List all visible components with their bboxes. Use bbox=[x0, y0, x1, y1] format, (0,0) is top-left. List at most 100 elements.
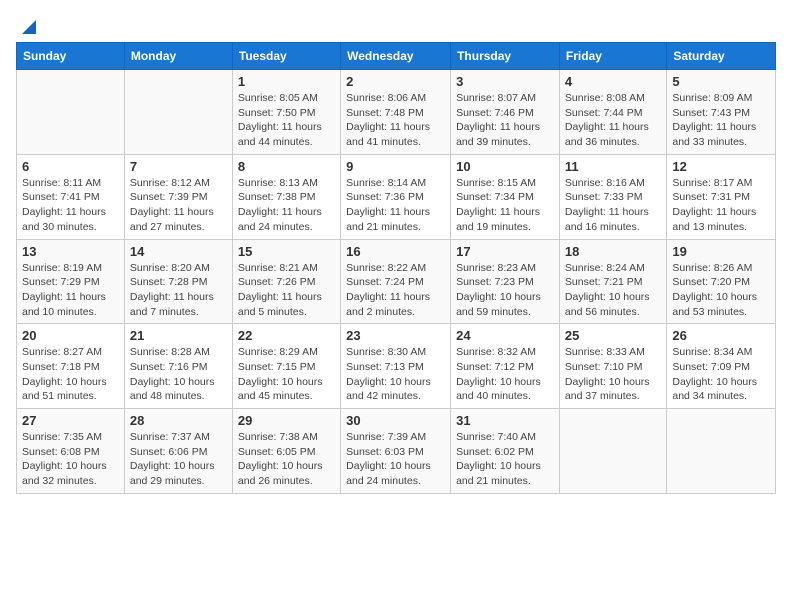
day-info: Sunrise: 8:26 AM Sunset: 7:20 PM Dayligh… bbox=[672, 261, 770, 320]
calendar-cell: 17 Sunrise: 8:23 AM Sunset: 7:23 PM Dayli… bbox=[451, 239, 560, 324]
calendar-cell: 7 Sunrise: 8:12 AM Sunset: 7:39 PM Daylig… bbox=[124, 154, 232, 239]
calendar-cell: 29Sunrise: 7:38 AM Sunset: 6:05 PM Dayli… bbox=[232, 409, 340, 494]
calendar-cell: 19 Sunrise: 8:26 AM Sunset: 7:20 PM Dayli… bbox=[667, 239, 776, 324]
day-info: Sunrise: 8:22 AM Sunset: 7:24 PM Dayligh… bbox=[346, 261, 445, 320]
weekday-header-monday: Monday bbox=[124, 43, 232, 70]
day-info: Sunrise: 8:24 AM Sunset: 7:21 PM Dayligh… bbox=[565, 261, 661, 320]
calendar-cell: 3Sunrise: 8:07 AM Sunset: 7:46 PM Daylig… bbox=[451, 70, 560, 155]
calendar-cell: 5 Sunrise: 8:09 AM Sunset: 7:43 PM Daylig… bbox=[667, 70, 776, 155]
calendar-cell: 28 Sunrise: 7:37 AM Sunset: 6:06 PM Dayli… bbox=[124, 409, 232, 494]
day-info: Sunrise: 8:15 AM Sunset: 7:34 PM Dayligh… bbox=[456, 176, 554, 235]
day-info: Sunrise: 8:19 AM Sunset: 7:29 PM Dayligh… bbox=[22, 261, 119, 320]
calendar-cell: 25 Sunrise: 8:33 AM Sunset: 7:10 PM Dayli… bbox=[559, 324, 666, 409]
day-number: 20 bbox=[22, 328, 119, 343]
calendar-cell: 16 Sunrise: 8:22 AM Sunset: 7:24 PM Dayli… bbox=[341, 239, 451, 324]
day-info: Sunrise: 8:33 AM Sunset: 7:10 PM Dayligh… bbox=[565, 345, 661, 404]
day-number: 10 bbox=[456, 159, 554, 174]
day-number: 17 bbox=[456, 244, 554, 259]
day-info: Sunrise: 8:09 AM Sunset: 7:43 PM Dayligh… bbox=[672, 91, 770, 150]
day-number: 4 bbox=[565, 74, 661, 89]
logo bbox=[16, 16, 36, 30]
calendar-cell: 4Sunrise: 8:08 AM Sunset: 7:44 PM Daylig… bbox=[559, 70, 666, 155]
day-info: Sunrise: 8:07 AM Sunset: 7:46 PM Dayligh… bbox=[456, 91, 554, 150]
weekday-header-saturday: Saturday bbox=[667, 43, 776, 70]
day-info: Sunrise: 8:32 AM Sunset: 7:12 PM Dayligh… bbox=[456, 345, 554, 404]
day-number: 5 bbox=[672, 74, 770, 89]
day-number: 16 bbox=[346, 244, 445, 259]
day-number: 21 bbox=[130, 328, 227, 343]
day-number: 7 bbox=[130, 159, 227, 174]
day-info: Sunrise: 8:12 AM Sunset: 7:39 PM Dayligh… bbox=[130, 176, 227, 235]
day-number: 2 bbox=[346, 74, 445, 89]
calendar-cell: 26 Sunrise: 8:34 AM Sunset: 7:09 PM Dayli… bbox=[667, 324, 776, 409]
calendar-cell: 1Sunrise: 8:05 AM Sunset: 7:50 PM Daylig… bbox=[232, 70, 340, 155]
day-info: Sunrise: 8:28 AM Sunset: 7:16 PM Dayligh… bbox=[130, 345, 227, 404]
day-number: 11 bbox=[565, 159, 661, 174]
day-number: 24 bbox=[456, 328, 554, 343]
calendar-cell bbox=[667, 409, 776, 494]
calendar-cell: 6Sunrise: 8:11 AM Sunset: 7:41 PM Daylig… bbox=[17, 154, 125, 239]
day-number: 14 bbox=[130, 244, 227, 259]
day-number: 29 bbox=[238, 413, 335, 428]
weekday-header-thursday: Thursday bbox=[451, 43, 560, 70]
day-number: 12 bbox=[672, 159, 770, 174]
calendar-cell: 11 Sunrise: 8:16 AM Sunset: 7:33 PM Dayli… bbox=[559, 154, 666, 239]
day-number: 1 bbox=[238, 74, 335, 89]
day-info: Sunrise: 8:23 AM Sunset: 7:23 PM Dayligh… bbox=[456, 261, 554, 320]
calendar-cell: 21 Sunrise: 8:28 AM Sunset: 7:16 PM Dayli… bbox=[124, 324, 232, 409]
calendar-cell: 27 Sunrise: 7:35 AM Sunset: 6:08 PM Dayli… bbox=[17, 409, 125, 494]
day-number: 9 bbox=[346, 159, 445, 174]
calendar-cell: 30 Sunrise: 7:39 AM Sunset: 6:03 PM Dayli… bbox=[341, 409, 451, 494]
day-info: Sunrise: 8:27 AM Sunset: 7:18 PM Dayligh… bbox=[22, 345, 119, 404]
calendar-table: SundayMondayTuesdayWednesdayThursdayFrid… bbox=[16, 42, 776, 494]
calendar-cell: 14 Sunrise: 8:20 AM Sunset: 7:28 PM Dayli… bbox=[124, 239, 232, 324]
calendar-cell bbox=[124, 70, 232, 155]
calendar-cell: 12 Sunrise: 8:17 AM Sunset: 7:31 PM Dayli… bbox=[667, 154, 776, 239]
day-number: 6 bbox=[22, 159, 119, 174]
logo-triangle-icon bbox=[18, 16, 36, 34]
weekday-header-friday: Friday bbox=[559, 43, 666, 70]
page-header bbox=[16, 16, 776, 30]
weekday-header-wednesday: Wednesday bbox=[341, 43, 451, 70]
day-number: 15 bbox=[238, 244, 335, 259]
day-info: Sunrise: 8:30 AM Sunset: 7:13 PM Dayligh… bbox=[346, 345, 445, 404]
day-info: Sunrise: 8:13 AM Sunset: 7:38 PM Dayligh… bbox=[238, 176, 335, 235]
day-number: 23 bbox=[346, 328, 445, 343]
calendar-cell: 20 Sunrise: 8:27 AM Sunset: 7:18 PM Dayli… bbox=[17, 324, 125, 409]
calendar-cell: 13 Sunrise: 8:19 AM Sunset: 7:29 PM Dayli… bbox=[17, 239, 125, 324]
day-number: 25 bbox=[565, 328, 661, 343]
calendar-cell: 9 Sunrise: 8:14 AM Sunset: 7:36 PM Daylig… bbox=[341, 154, 451, 239]
day-info: Sunrise: 7:39 AM Sunset: 6:03 PM Dayligh… bbox=[346, 430, 445, 489]
day-info: Sunrise: 8:17 AM Sunset: 7:31 PM Dayligh… bbox=[672, 176, 770, 235]
calendar-cell: 15 Sunrise: 8:21 AM Sunset: 7:26 PM Dayli… bbox=[232, 239, 340, 324]
day-info: Sunrise: 8:20 AM Sunset: 7:28 PM Dayligh… bbox=[130, 261, 227, 320]
calendar-cell bbox=[17, 70, 125, 155]
day-info: Sunrise: 7:40 AM Sunset: 6:02 PM Dayligh… bbox=[456, 430, 554, 489]
calendar-cell: 24 Sunrise: 8:32 AM Sunset: 7:12 PM Dayli… bbox=[451, 324, 560, 409]
day-info: Sunrise: 8:16 AM Sunset: 7:33 PM Dayligh… bbox=[565, 176, 661, 235]
calendar-cell bbox=[559, 409, 666, 494]
day-number: 18 bbox=[565, 244, 661, 259]
day-info: Sunrise: 8:34 AM Sunset: 7:09 PM Dayligh… bbox=[672, 345, 770, 404]
weekday-header-sunday: Sunday bbox=[17, 43, 125, 70]
day-info: Sunrise: 7:37 AM Sunset: 6:06 PM Dayligh… bbox=[130, 430, 227, 489]
day-info: Sunrise: 8:14 AM Sunset: 7:36 PM Dayligh… bbox=[346, 176, 445, 235]
day-number: 13 bbox=[22, 244, 119, 259]
day-info: Sunrise: 8:06 AM Sunset: 7:48 PM Dayligh… bbox=[346, 91, 445, 150]
day-number: 22 bbox=[238, 328, 335, 343]
calendar-cell: 22 Sunrise: 8:29 AM Sunset: 7:15 PM Dayli… bbox=[232, 324, 340, 409]
day-number: 19 bbox=[672, 244, 770, 259]
day-info: Sunrise: 7:35 AM Sunset: 6:08 PM Dayligh… bbox=[22, 430, 119, 489]
calendar-cell: 8 Sunrise: 8:13 AM Sunset: 7:38 PM Daylig… bbox=[232, 154, 340, 239]
day-number: 27 bbox=[22, 413, 119, 428]
calendar-cell: 18 Sunrise: 8:24 AM Sunset: 7:21 PM Dayli… bbox=[559, 239, 666, 324]
day-number: 28 bbox=[130, 413, 227, 428]
calendar-cell: 2 Sunrise: 8:06 AM Sunset: 7:48 PM Daylig… bbox=[341, 70, 451, 155]
day-number: 8 bbox=[238, 159, 335, 174]
day-info: Sunrise: 8:29 AM Sunset: 7:15 PM Dayligh… bbox=[238, 345, 335, 404]
day-number: 30 bbox=[346, 413, 445, 428]
calendar-cell: 23 Sunrise: 8:30 AM Sunset: 7:13 PM Dayli… bbox=[341, 324, 451, 409]
day-info: Sunrise: 8:21 AM Sunset: 7:26 PM Dayligh… bbox=[238, 261, 335, 320]
day-number: 26 bbox=[672, 328, 770, 343]
day-number: 31 bbox=[456, 413, 554, 428]
